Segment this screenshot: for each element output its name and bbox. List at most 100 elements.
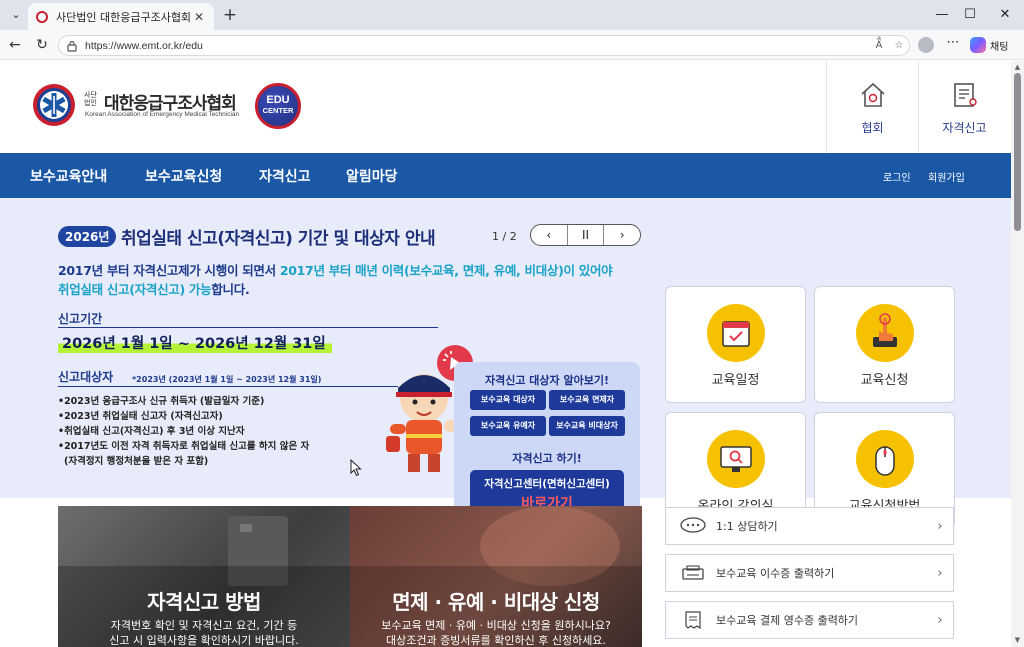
- page-viewport: 사단 법인 대한응급구조사협회 Korean Association of Eme…: [0, 61, 1011, 647]
- scroll-thumb[interactable]: [1014, 73, 1021, 231]
- house-icon: [860, 82, 885, 107]
- copilot-label: 채팅: [990, 41, 1009, 53]
- url-text[interactable]: https://www.emt.or.kr/edu: [85, 40, 869, 52]
- link-one-on-one-consult[interactable]: 1:1 상담하기 ›: [665, 507, 954, 545]
- chip-refresher-exempt[interactable]: 보수교육 면제자: [549, 390, 625, 410]
- card-label: 교육일정: [711, 373, 760, 388]
- card-education-schedule[interactable]: 교육일정: [665, 286, 806, 403]
- chevron-right-icon: ›: [937, 518, 943, 534]
- receipt-icon: [685, 611, 701, 629]
- quicklink-association[interactable]: 협회: [826, 61, 918, 153]
- chevron-right-icon: ›: [937, 565, 943, 581]
- banner-title: 면제 · 유예 · 비대상 신청: [392, 590, 600, 614]
- chat-bubble-icon: [680, 517, 706, 533]
- quicklink-label: 자격신고: [942, 121, 987, 135]
- chevron-right-icon: ›: [937, 612, 943, 628]
- copilot-icon: [970, 37, 986, 53]
- banner-subtitle: 보수교육 면제 · 유예 · 비대상 신청을 원하시나요? 대상조건과 증빙서류를…: [381, 619, 611, 647]
- nav-item-refresher-guide[interactable]: 보수교육안내: [30, 166, 107, 186]
- page-scrollbar[interactable]: ▲ ▼: [1011, 61, 1024, 647]
- quicklink-qualification-report[interactable]: 자격신고: [918, 61, 1010, 153]
- calendar-icon: [707, 304, 765, 362]
- nav-item-refresher-apply[interactable]: 보수교육신청: [145, 166, 222, 186]
- hero-intro-line-1: 2017년 부터 자격신고제가 시행이 되면서 2017년 부터 매년 이력(보…: [58, 263, 613, 278]
- banner-title: 자격신고 방법: [147, 590, 261, 614]
- promo-heading: 자격신고 대상자 알아보기!: [485, 374, 609, 387]
- list-item: (자격정지 행정처분을 받은 자 포함): [64, 456, 209, 467]
- tab-title: 사단법인 대한응급구조사협회: [56, 10, 192, 24]
- printer-icon: [682, 565, 704, 580]
- browser-tab-active[interactable]: 사단법인 대한응급구조사협회 ✕: [28, 3, 214, 30]
- new-tab-button[interactable]: +: [220, 4, 240, 26]
- link-label: 보수교육 이수증 출력하기: [716, 567, 835, 580]
- favorite-star-icon[interactable]: ☆: [889, 40, 909, 51]
- chip-refresher-deferred[interactable]: 보수교육 유예자: [470, 416, 546, 436]
- edu-center-badge[interactable]: EDU CENTER: [255, 83, 301, 129]
- banner-subtitle: 자격번호 확인 및 자격신고 요건, 기간 등 신고 시 입력사항을 확인하시기 …: [109, 619, 299, 647]
- mouse-cursor-icon: [350, 459, 362, 477]
- certificate-icon: [953, 83, 977, 107]
- slide-next-button[interactable]: ›: [604, 225, 640, 245]
- signup-link[interactable]: 회원가입: [928, 169, 965, 184]
- hero-section: 2026년 취업실태 신고(자격신고) 기간 및 대상자 안내 1 / 2 ‹ …: [0, 198, 1011, 529]
- window-close-button[interactable]: ✕: [991, 4, 1019, 26]
- divider: [58, 327, 438, 328]
- quicklink-label: 협회: [861, 121, 884, 135]
- read-aloud-icon[interactable]: Aͣ: [869, 40, 889, 51]
- copilot-chat-button[interactable]: 채팅: [970, 36, 1008, 54]
- back-button[interactable]: ←: [4, 35, 26, 55]
- link-print-receipt[interactable]: 보수교육 결제 영수증 출력하기 ›: [665, 601, 954, 639]
- hero-title: 취업실태 신고(자격신고) 기간 및 대상자 안내: [121, 229, 436, 249]
- list-item: •2023년 응급구조사 신규 취득자 (발급일자 기준): [58, 396, 265, 407]
- list-item: •2023년 취업실태 신고자 (자격신고자): [58, 411, 223, 422]
- slide-prev-button[interactable]: ‹: [531, 225, 568, 245]
- chip-refresher-target[interactable]: 보수교육 대상자: [470, 390, 546, 410]
- org-english-name: Korean Association of Emergency Medical …: [85, 111, 240, 118]
- association-logo-icon[interactable]: [32, 83, 76, 127]
- report-period: 2026년 1월 1일 ~ 2026년 12월 31일: [58, 332, 332, 353]
- banner-exemption-application[interactable]: 면제 · 유예 · 비대상 신청 보수교육 면제 · 유예 · 비대상 신청을 …: [350, 506, 642, 647]
- hero-intro-line-2: 취업실태 신고(자격신고) 가능합니다.: [58, 282, 250, 297]
- target-list: •2023년 응급구조사 신규 취득자 (발급일자 기준) •2023년 취업실…: [58, 394, 309, 469]
- target-subnote: *2023년 (2023년 1월 1일 ~ 2023년 12월 31일): [132, 375, 322, 384]
- tab-list-button[interactable]: ⌄: [6, 5, 26, 25]
- card-education-apply[interactable]: 교육신청: [814, 286, 955, 403]
- profile-avatar-icon[interactable]: [918, 37, 934, 53]
- site-header: 사단 법인 대한응급구조사협회 Korean Association of Eme…: [0, 61, 1011, 153]
- mouse-icon: [856, 430, 914, 488]
- slide-controls: ‹ II ›: [530, 224, 641, 246]
- list-item: •2017년도 이전 자격 취득자로 취업실태 신고를 하지 않은 자: [58, 441, 310, 452]
- main-navigation: 보수교육안내 보수교육신청 자격신고 알림마당 로그인 회원가입: [0, 153, 1011, 198]
- banner-qualification-method[interactable]: 자격신고 방법 자격번호 확인 및 자격신고 요건, 기간 등 신고 시 입력사항…: [58, 506, 350, 647]
- reload-button[interactable]: ↻: [31, 35, 53, 55]
- divider: [58, 386, 398, 387]
- chip-refresher-nontarget[interactable]: 보수교육 비대상자: [549, 416, 625, 436]
- nav-item-qualification-report[interactable]: 자격신고: [259, 166, 311, 186]
- window-maximize-button[interactable]: ☐: [956, 4, 984, 26]
- tab-close-icon[interactable]: ✕: [192, 10, 206, 24]
- browser-tab-bar: ⌄ 사단법인 대한응급구조사협회 ✕ + — ☐ ✕: [0, 0, 1024, 30]
- target-heading: 신고대상자: [58, 370, 114, 384]
- tap-hand-icon: [856, 304, 914, 362]
- nav-item-notice[interactable]: 알림마당: [346, 166, 398, 186]
- year-badge: 2026년: [58, 226, 117, 247]
- slide-pager: 1 / 2: [492, 230, 517, 243]
- slide-pause-button[interactable]: II: [568, 225, 605, 245]
- site-info-icon[interactable]: [65, 39, 79, 53]
- window-minimize-button[interactable]: —: [928, 4, 956, 26]
- address-bar[interactable]: https://www.emt.or.kr/edu Aͣ ☆: [58, 35, 910, 56]
- more-menu-icon[interactable]: ⋯: [944, 35, 962, 50]
- list-item: •취업실태 신고(자격신고) 후 3년 이상 지난자: [58, 426, 245, 437]
- period-heading: 신고기간: [58, 312, 103, 326]
- login-link[interactable]: 로그인: [883, 169, 911, 184]
- scroll-down-icon[interactable]: ▼: [1013, 636, 1022, 644]
- scroll-up-icon[interactable]: ▲: [1013, 63, 1022, 71]
- link-label: 보수교육 결제 영수증 출력하기: [716, 614, 859, 627]
- link-print-certificate[interactable]: 보수교육 이수증 출력하기 ›: [665, 554, 954, 592]
- qualification-promo-box: 자격신고 대상자 알아보기! 보수교육 대상자 보수교육 면제자 보수교육 유예…: [454, 362, 640, 529]
- monitor-search-icon: [707, 430, 765, 488]
- card-label: 교육신청: [860, 373, 909, 388]
- org-type-label: 사단 법인: [84, 91, 97, 107]
- promo-heading-2: 자격신고 하기!: [512, 452, 582, 465]
- address-toolbar: ← ↻ https://www.emt.or.kr/edu Aͣ ☆ ⋯ 채팅: [0, 30, 1024, 60]
